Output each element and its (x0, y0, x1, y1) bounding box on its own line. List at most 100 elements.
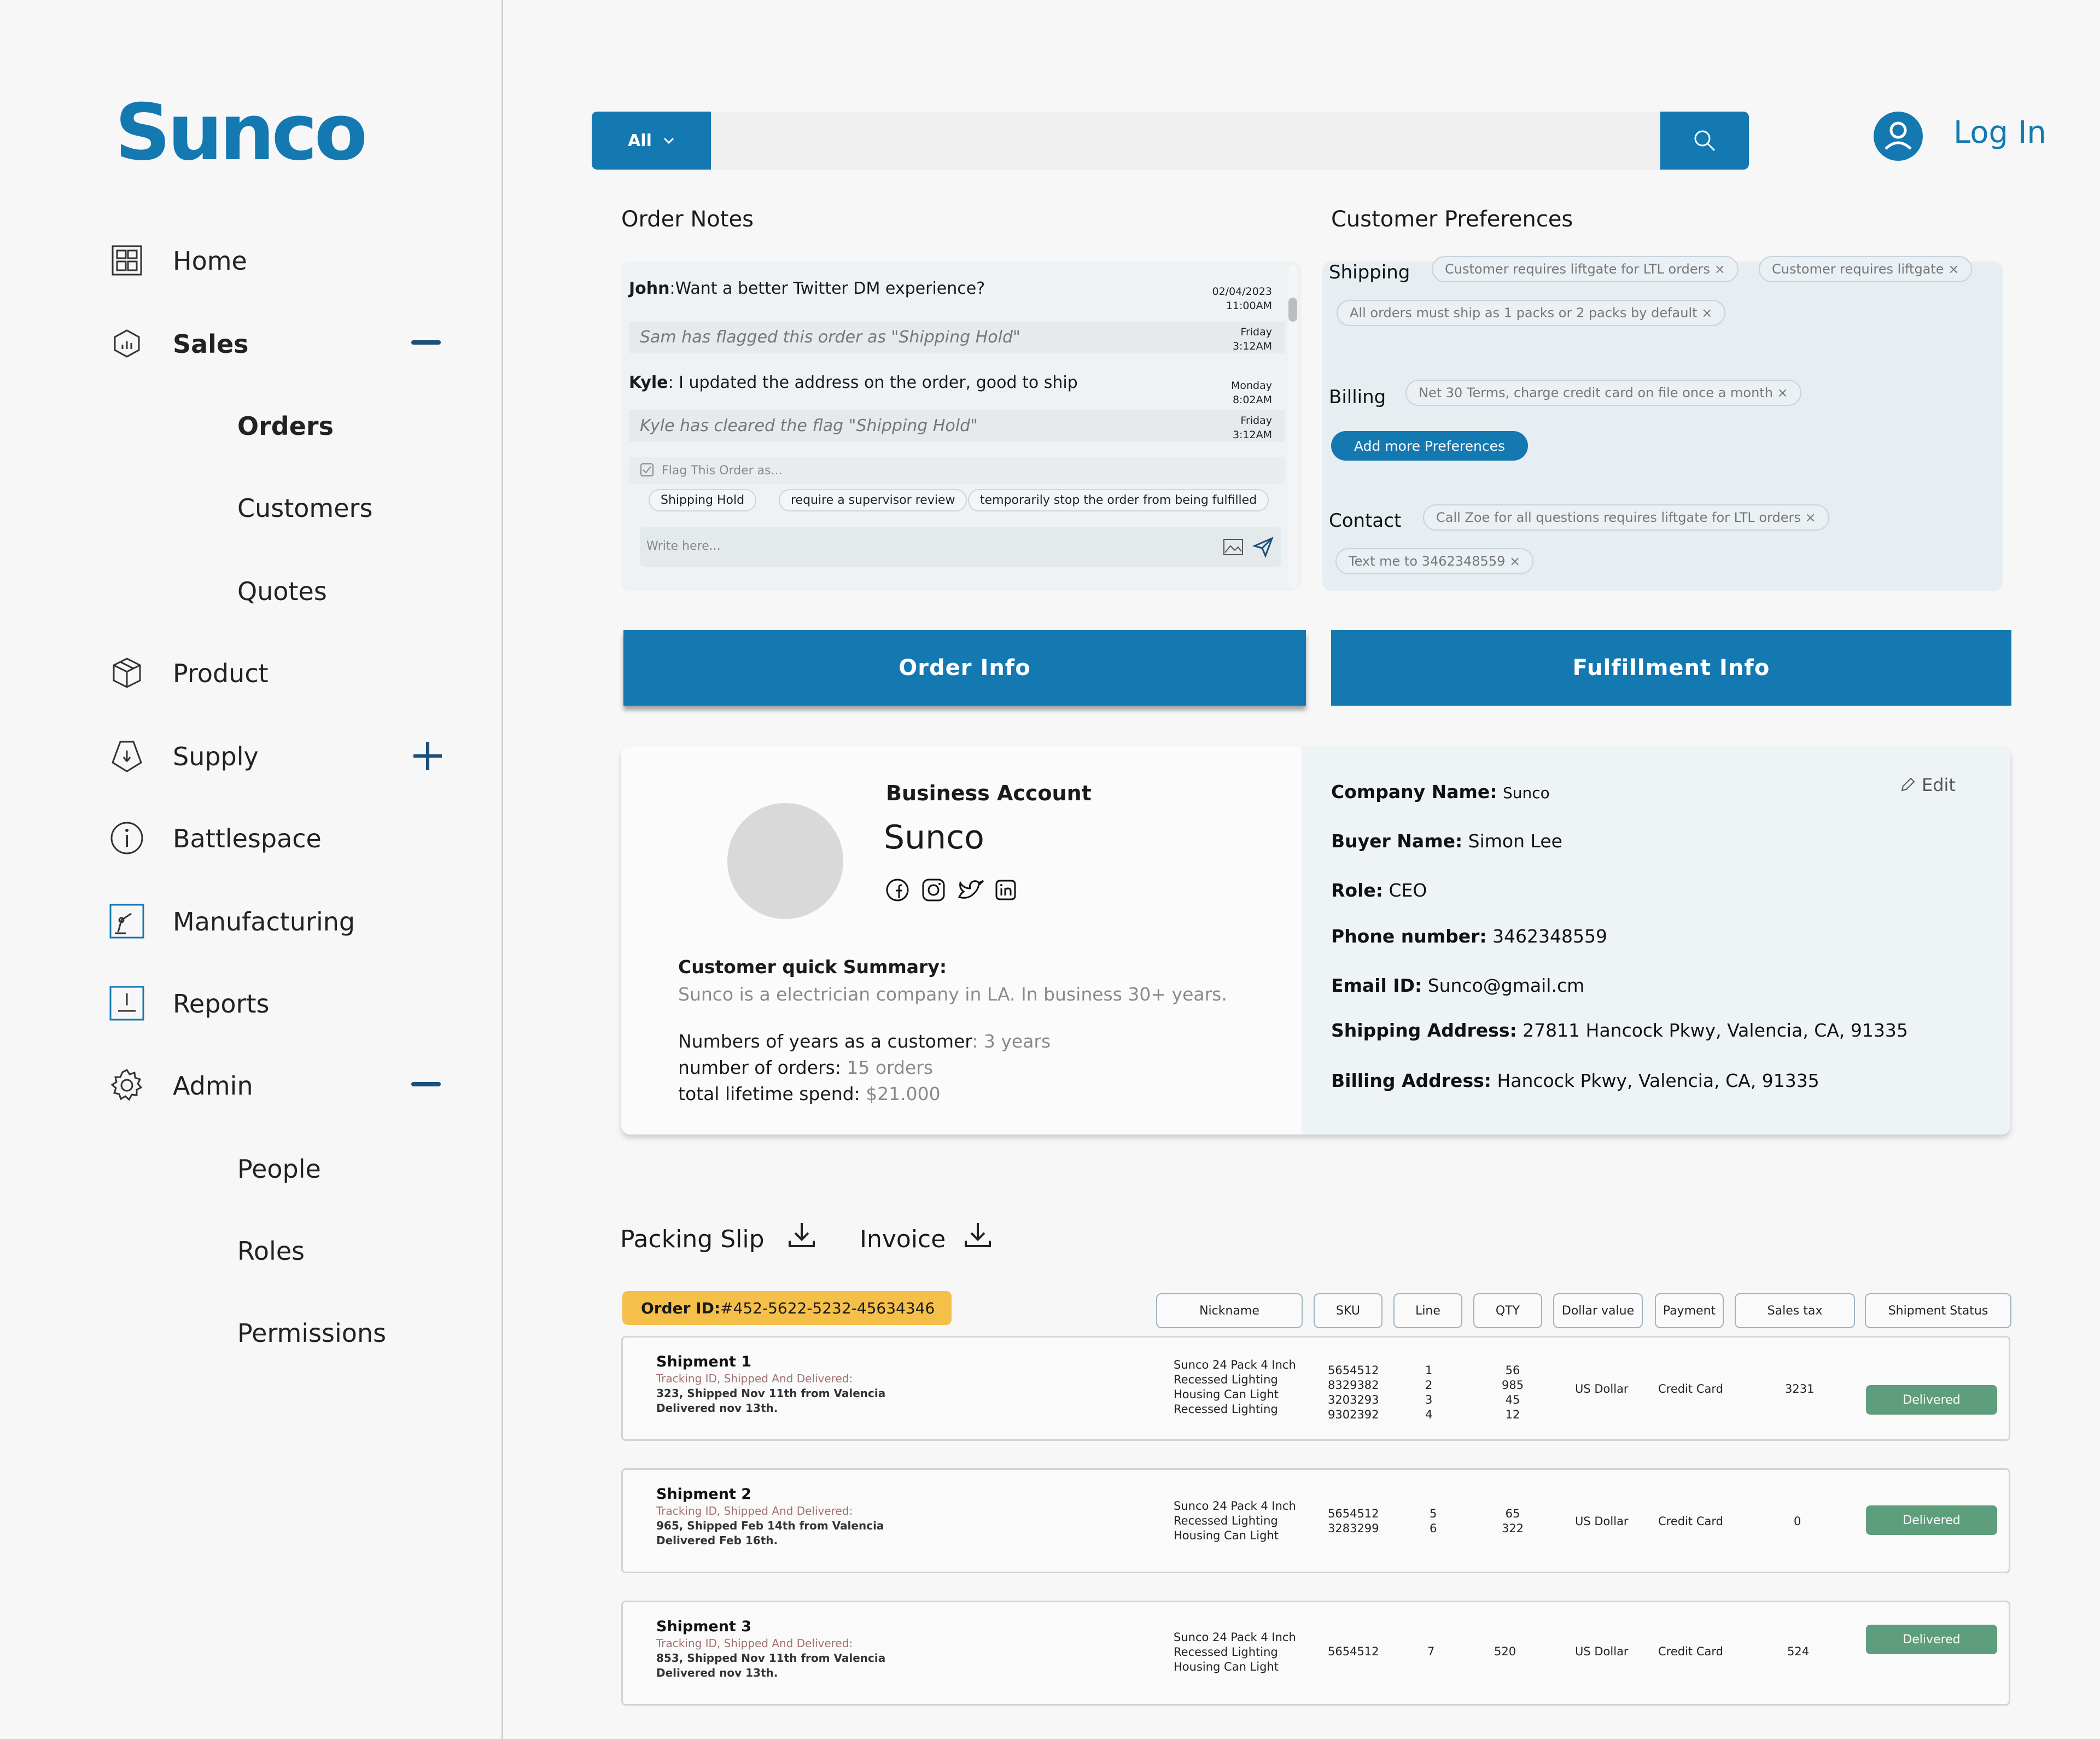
edit-button[interactable]: Edit (1899, 775, 1956, 795)
column-header[interactable]: Line (1393, 1293, 1462, 1328)
column-header[interactable]: Sales tax (1735, 1293, 1855, 1328)
column-header[interactable]: QTY (1473, 1293, 1542, 1328)
report-icon (109, 986, 144, 1021)
collapse-icon[interactable] (410, 339, 443, 347)
add-preferences-button[interactable]: Add more Preferences (1331, 431, 1528, 461)
flag-option-chip[interactable]: Shipping Hold (649, 489, 757, 511)
sidebar-item-battlespace[interactable]: Battlespace (0, 809, 503, 869)
sidebar-item-orders[interactable]: Orders (0, 396, 503, 456)
search-button[interactable] (1660, 112, 1749, 170)
robot-arm-icon (109, 904, 144, 939)
tab-order-info[interactable]: Order Info (623, 630, 1306, 706)
sidebar-item-home[interactable]: Home (0, 231, 503, 291)
order-notes-title: Order Notes (621, 207, 754, 232)
column-header[interactable]: Shipment Status (1865, 1293, 2011, 1328)
sidebar-item-permissions[interactable]: Permissions (0, 1303, 503, 1363)
expand-icon[interactable] (410, 738, 445, 773)
contact-pref-label: Contact (1329, 510, 1402, 532)
sku-cell: 5654512 (1328, 1645, 1379, 1658)
sidebar-item-supply[interactable]: Supply (0, 726, 503, 787)
pref-chip[interactable]: All orders must ship as 1 packs or 2 pac… (1337, 300, 1726, 326)
shipment-details: 323, Shipped Nov 11th from Valencia Deliv… (656, 1387, 886, 1415)
sidebar-item-people[interactable]: People (0, 1139, 503, 1199)
user-avatar-icon[interactable] (1874, 112, 1923, 161)
column-header[interactable]: Payment (1655, 1293, 1724, 1328)
nickname-cell: Sunco 24 Pack 4 Inch Recessed Lighting Hou… (1174, 1358, 1296, 1416)
sidebar-item-label: Customers (237, 493, 373, 523)
sidebar-item-quotes[interactable]: Quotes (0, 561, 503, 621)
image-attach-icon[interactable] (1223, 538, 1244, 556)
facebook-icon[interactable] (885, 877, 910, 903)
logo: Sunco (115, 88, 368, 178)
billing-address: Billing Address: Hancock Pkwy, Valencia,… (1331, 1070, 1819, 1091)
remove-chip-icon: × (1714, 261, 1725, 277)
sidebar-item-label: Reports (173, 989, 270, 1019)
login-link[interactable]: Log In (1953, 115, 2046, 150)
notes-scrollbar[interactable] (1288, 265, 1297, 588)
note-author: Kyle (629, 373, 668, 392)
note-text: : I updated the address on the order, go… (668, 373, 1078, 392)
shipment-title: Shipment 3 (656, 1618, 752, 1635)
sidebar-item-sales[interactable]: Sales (0, 314, 503, 374)
download-icon[interactable] (964, 1221, 992, 1249)
company-name: Company Name: Sunco (1331, 781, 1550, 802)
sidebar-item-manufacturing[interactable]: Manufacturing (0, 892, 503, 952)
search-filter-label: All (628, 131, 652, 150)
package-icon (113, 658, 141, 688)
line-cell: 56 (1430, 1507, 1437, 1535)
shipping-address: Shipping Address: 27811 Hancock Pkwy, Va… (1331, 1020, 1908, 1041)
sidebar-item-reports[interactable]: Reports (0, 974, 503, 1034)
flag-option-chip[interactable]: temporarily stop the order from being fu… (968, 489, 1269, 511)
shipment-details: 965, Shipped Feb 14th from Valencia Deliv… (656, 1519, 884, 1547)
sidebar-item-label: Admin (173, 1071, 253, 1101)
search-filter-dropdown[interactable]: All (592, 112, 711, 170)
collapse-icon[interactable] (410, 1081, 443, 1089)
search-icon (1694, 130, 1716, 152)
qty-cell: 56 985 45 12 (1502, 1364, 1524, 1421)
years-as-customer: Numbers of years as a customer: 3 years (678, 1031, 1051, 1052)
sidebar-item-admin[interactable]: Admin (0, 1056, 503, 1116)
sidebar-item-label: Orders (237, 411, 334, 441)
download-icon[interactable] (788, 1221, 816, 1249)
note-timestamp: 02/04/2023 11:00AM (1212, 286, 1272, 312)
pref-chip[interactable]: Customer requires liftgate for LTL order… (1432, 256, 1739, 282)
shipment-subtitle: Tracking ID, Shipped And Delivered: (656, 1504, 853, 1517)
note-input[interactable]: Write here... (640, 527, 1281, 567)
flag-option-chip[interactable]: require a supervisor review (779, 489, 967, 511)
line-cell: 7 (1427, 1645, 1435, 1658)
sidebar-item-label: Battlespace (173, 824, 322, 853)
role: Role: CEO (1331, 880, 1427, 901)
pref-chip[interactable]: Text me to 3462348559 × (1335, 548, 1534, 574)
number-of-orders: number of orders: 15 orders (678, 1057, 934, 1078)
sidebar-item-product[interactable]: Product (0, 643, 503, 703)
shipment-subtitle: Tracking ID, Shipped And Delivered: (656, 1637, 853, 1650)
tab-fulfillment-info[interactable]: Fulfillment Info (1331, 630, 2011, 706)
instagram-icon[interactable] (921, 877, 946, 903)
pref-chip[interactable]: Call Zoe for all questions requires lift… (1423, 504, 1829, 531)
shipment-title: Shipment 1 (656, 1353, 752, 1370)
sidebar-item-label: Roles (237, 1236, 305, 1266)
search-input[interactable] (592, 112, 1749, 170)
dollar-cell: US Dollar (1575, 1645, 1629, 1658)
send-icon[interactable] (1252, 536, 1274, 558)
avatar (727, 803, 843, 919)
column-header[interactable]: SKU (1314, 1293, 1382, 1328)
payment-cell: Credit Card (1658, 1515, 1723, 1528)
pref-chip[interactable]: Customer requires liftgate × (1759, 256, 1973, 282)
sidebar-item-label: Manufacturing (173, 907, 355, 937)
remove-chip-icon: × (1805, 510, 1816, 525)
shipment-details: 853, Shipped Nov 11th from Valencia Deliv… (656, 1651, 886, 1679)
linkedin-icon[interactable] (993, 877, 1018, 903)
note-text: :Want a better Twitter DM experience? (669, 279, 985, 298)
sidebar-item-customers[interactable]: Customers (0, 478, 503, 538)
nickname-cell: Sunco 24 Pack 4 Inch Recessed Lighting Hou… (1174, 1631, 1296, 1673)
pref-chip[interactable]: Net 30 Terms, charge credit card on file… (1405, 380, 1801, 406)
twitter-icon[interactable] (957, 877, 985, 903)
dollar-cell: US Dollar (1575, 1515, 1629, 1528)
column-header[interactable]: Nickname (1156, 1293, 1303, 1328)
column-header[interactable]: Dollar value (1553, 1293, 1643, 1328)
checkbox-icon[interactable] (640, 463, 654, 477)
sidebar-item-roles[interactable]: Roles (0, 1221, 503, 1281)
hexagon-chart-icon (114, 329, 140, 358)
billing-pref-label: Billing (1329, 386, 1386, 408)
